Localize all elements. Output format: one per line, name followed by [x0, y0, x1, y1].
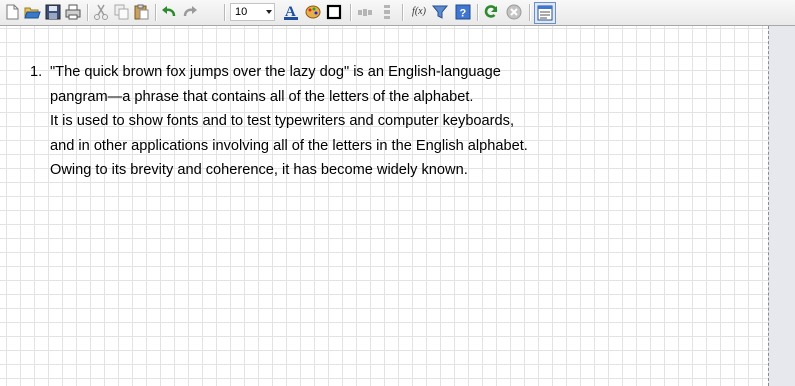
print-icon[interactable]	[64, 3, 82, 21]
undo-icon[interactable]	[160, 3, 178, 21]
paragraph-line: pangram—a phrase that contains all of th…	[50, 88, 474, 105]
function-icon[interactable]: f(x)	[409, 3, 429, 21]
help-icon[interactable]: ?	[454, 3, 472, 21]
refresh-icon[interactable]	[482, 3, 500, 21]
svg-text:?: ?	[460, 8, 467, 20]
border-icon[interactable]	[325, 3, 343, 21]
align-icon[interactable]	[356, 3, 374, 21]
cut-icon[interactable]	[92, 3, 110, 21]
view-icon[interactable]	[534, 2, 556, 24]
font-size-dropdown[interactable]: 10	[230, 3, 275, 21]
paragraph-line: and in other applications involving all …	[50, 137, 528, 154]
open-folder-icon[interactable]	[23, 3, 41, 21]
chevron-down-icon	[266, 10, 272, 14]
paragraph-line: "The quick brown fox jumps over the lazy…	[50, 64, 501, 80]
save-icon[interactable]	[44, 3, 62, 21]
toolbar-separator	[529, 4, 531, 21]
toolbar-separator	[402, 4, 404, 21]
toolbar-separator	[155, 4, 157, 21]
font-color-icon[interactable]: A	[282, 3, 300, 21]
filter-icon[interactable]	[431, 3, 449, 21]
toolbar-separator	[477, 4, 479, 21]
new-document-icon[interactable]	[3, 3, 21, 21]
redo-icon[interactable]	[181, 3, 199, 21]
list-number: 1.	[30, 64, 43, 80]
right-margin-panel	[768, 26, 795, 386]
numbered-list: 1. "The quick brown fox jumps over the l…	[30, 60, 528, 183]
paste-icon[interactable]	[132, 3, 150, 21]
toolbar-separator	[87, 4, 89, 21]
toolbar-separator	[224, 4, 226, 21]
toolbar-separator	[350, 4, 352, 21]
distribute-icon[interactable]	[378, 3, 396, 21]
copy-icon[interactable]	[112, 3, 130, 21]
toolbar: 10 A f(x) ?	[0, 0, 795, 26]
paragraph-line: Owing to its brevity and coherence, it h…	[50, 162, 468, 179]
stop-icon[interactable]	[505, 3, 523, 21]
list-item: "The quick brown fox jumps over the lazy…	[50, 60, 528, 183]
paragraph-line: It is used to show fonts and to test typ…	[50, 113, 514, 130]
font-size-value: 10	[235, 6, 248, 18]
palette-icon[interactable]	[304, 3, 322, 21]
